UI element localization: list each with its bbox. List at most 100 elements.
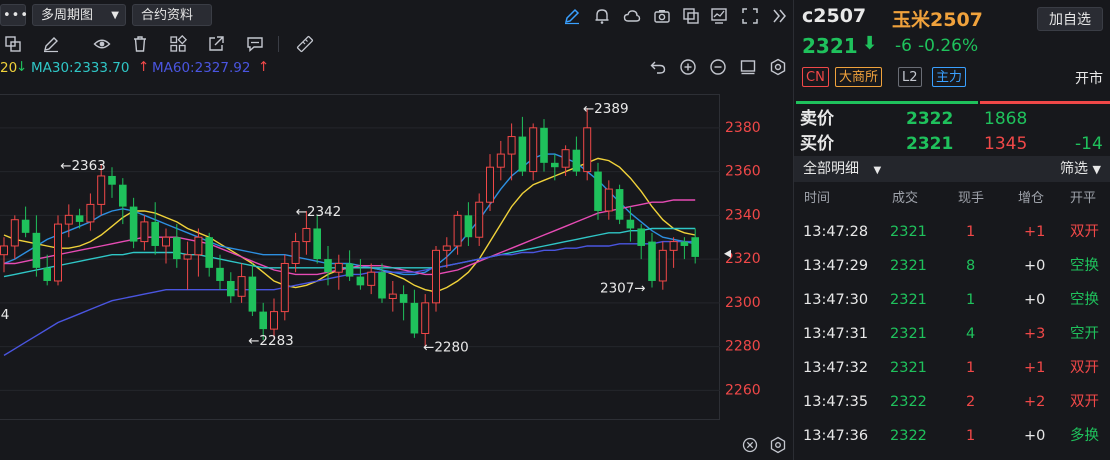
trade-row: 13:47:30 2321 1 +0 空换 <box>794 283 1110 317</box>
candle-body <box>388 293 397 299</box>
trade-volume: 1 <box>966 360 976 376</box>
bid-volume: 1345 <box>984 134 1028 154</box>
contract-info-button[interactable]: 合约资料 <box>132 4 212 26</box>
ask-volume: 1868 <box>984 109 1028 129</box>
candle-body <box>205 237 213 268</box>
trade-type: 多换 <box>1070 428 1099 444</box>
down-arrow-icon: ⬇ <box>862 33 878 54</box>
candle-body <box>518 136 527 172</box>
candle-body <box>151 221 159 246</box>
bid-label: 买价 <box>800 134 834 154</box>
trade-oi-change: +3 <box>1024 326 1046 342</box>
cloud-icon[interactable] <box>623 7 641 25</box>
candle-body <box>280 262 289 313</box>
main-contract-tag: 主力 <box>932 67 967 87</box>
trade-oi-change: +1 <box>1024 360 1046 376</box>
draw-pen-icon[interactable] <box>563 7 581 25</box>
trade-time: 13:47:32 <box>803 360 869 376</box>
alert-bell-icon[interactable] <box>593 7 611 25</box>
candle-body <box>594 171 602 211</box>
copy-window-icon[interactable] <box>682 7 700 25</box>
kline-chart[interactable]: ←2363 ←2342 ←2389 ←2283 ←2280 2307→ 4 <box>0 94 720 420</box>
candle-body <box>21 219 30 233</box>
candle-body <box>227 280 235 297</box>
settings-gear-icon[interactable] <box>769 58 787 76</box>
comment-icon[interactable] <box>246 35 264 53</box>
fullscreen-icon[interactable] <box>741 7 759 25</box>
ma-legend: 20 ↓ MA30:2333.70 ↑ MA60:2327.92 ↑ <box>0 58 792 80</box>
candle-body <box>324 259 332 273</box>
candle-body <box>10 219 19 247</box>
bid-volume-change: -14 <box>1075 134 1103 154</box>
trade-price: 2322 <box>890 428 927 444</box>
up-arrow-icon: ↑ <box>258 59 270 75</box>
ruler-icon[interactable] <box>296 35 314 53</box>
chart-toolbar: ••• 多周期图 ▼ 合约资料 <box>0 0 792 32</box>
trade-volume: 1 <box>966 428 976 444</box>
ma30-label: MA30:2333.70 <box>31 60 130 76</box>
eye-icon[interactable] <box>93 35 111 53</box>
chart-layout-icon[interactable] <box>710 7 728 25</box>
candle-body <box>453 214 462 247</box>
candle-body <box>183 254 192 260</box>
zoom-in-icon[interactable] <box>679 58 697 76</box>
candle-body <box>248 276 257 312</box>
trade-row: 13:47:36 2322 1 +0 多换 <box>794 419 1110 453</box>
edit-pen-icon[interactable] <box>42 35 60 53</box>
indicator-settings-icon[interactable] <box>769 436 787 454</box>
col-volume: 现手 <box>958 191 985 206</box>
candle-body <box>313 228 321 260</box>
trade-volume: 1 <box>966 292 976 308</box>
candle-body <box>540 127 548 163</box>
candle-body <box>561 149 570 168</box>
layers-icon[interactable] <box>4 35 22 53</box>
market-status: 开市 <box>1075 71 1103 87</box>
share-external-icon[interactable] <box>207 35 225 53</box>
trade-volume: 2 <box>966 394 976 410</box>
collapse-panel-icon[interactable] <box>770 7 788 25</box>
undo-icon[interactable] <box>649 58 667 76</box>
trade-price: 2321 <box>890 258 927 274</box>
ask-row: 卖价 2322 1868 <box>794 107 1110 131</box>
trade-type: 双开 <box>1070 360 1099 376</box>
trade-table-header: 时间 成交 现手 增仓 开平 <box>794 186 1110 212</box>
grid-apps-icon[interactable] <box>169 34 188 53</box>
candle-body <box>270 311 278 330</box>
trade-row: 13:47:32 2321 1 +1 双开 <box>794 351 1110 385</box>
multi-period-dropdown[interactable]: 多周期图 ▼ <box>32 4 126 26</box>
candle-body <box>32 232 41 268</box>
trade-oi-change: +1 <box>1024 224 1046 240</box>
trade-time: 13:47:35 <box>803 394 869 410</box>
candle-body <box>486 166 494 203</box>
trade-volume: 8 <box>966 258 976 274</box>
candle-body <box>529 127 538 173</box>
all-details-dropdown[interactable]: 全部明细 ▼ <box>803 156 881 184</box>
close-circle-icon[interactable] <box>741 436 759 454</box>
camera-icon[interactable] <box>653 7 671 25</box>
caret-down-icon: ▼ <box>873 165 882 176</box>
price-change-pct: -0.26% <box>918 36 979 56</box>
trade-row: 13:47:29 2321 8 +0 空换 <box>794 249 1110 283</box>
y-tick-label: 2380 <box>725 120 761 136</box>
quote-pane: c2507 玉米2507 加自选 2321 ⬇ -6 -0.26% CN 大商所… <box>793 0 1110 460</box>
maximize-icon[interactable] <box>739 58 757 76</box>
kline-svg: ←2363 ←2342 ←2389 ←2283 ←2280 2307→ 4 <box>0 101 720 391</box>
add-watchlist-button[interactable]: 加自选 <box>1037 7 1103 31</box>
trade-time: 13:47:36 <box>803 428 869 444</box>
candle-body <box>626 219 635 229</box>
more-menu-button[interactable]: ••• <box>0 4 28 26</box>
candle-body <box>475 201 484 238</box>
zoom-out-icon[interactable] <box>709 58 727 76</box>
bid-row: 买价 2321 1345 -14 <box>794 132 1110 156</box>
candle-body <box>658 249 667 282</box>
filter-button[interactable]: 筛选 ▼ <box>1060 156 1101 183</box>
contract-code: c2507 <box>802 5 867 27</box>
y-tick-label: 2300 <box>725 295 761 311</box>
candle-body <box>432 249 440 304</box>
candle-body <box>237 276 246 297</box>
trade-price: 2321 <box>890 224 927 240</box>
down-arrow-icon: ↓ <box>16 59 28 75</box>
trash-icon[interactable] <box>131 35 149 53</box>
trade-volume: 4 <box>966 326 976 342</box>
trade-time: 13:47:28 <box>803 224 869 240</box>
